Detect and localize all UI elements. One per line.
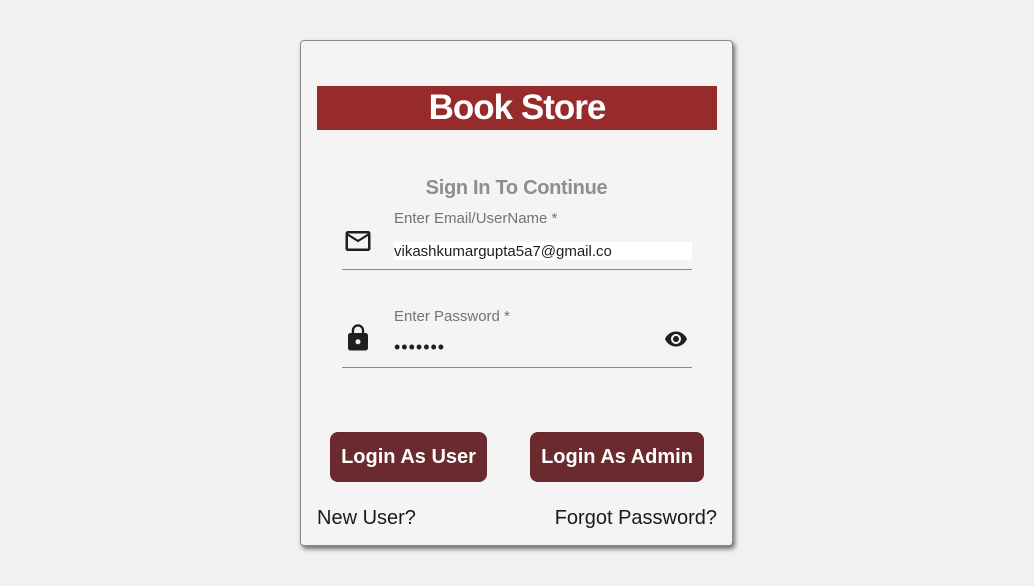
lock-icon — [348, 324, 368, 351]
forgot-password-link[interactable]: Forgot Password? — [555, 507, 717, 530]
password-field: Enter Password * ••••••• — [342, 303, 692, 368]
mail-icon — [345, 231, 371, 251]
login-card: Book Store Sign In To Continue Enter Ema… — [300, 40, 733, 546]
password-input[interactable]: ••••••• — [394, 337, 644, 357]
email-field: Enter Email/UserName * — [342, 205, 692, 270]
app-title-banner: Book Store — [317, 86, 717, 130]
login-as-user-button[interactable]: Login As User — [330, 432, 487, 482]
eye-icon[interactable] — [660, 327, 692, 351]
password-field-label: Enter Password * — [394, 308, 510, 325]
sign-in-heading: Sign In To Continue — [425, 177, 608, 199]
email-field-label: Enter Email/UserName * — [394, 210, 558, 227]
email-input[interactable] — [394, 242, 692, 260]
login-as-admin-button[interactable]: Login As Admin — [530, 432, 704, 482]
new-user-link[interactable]: New User? — [317, 507, 416, 530]
